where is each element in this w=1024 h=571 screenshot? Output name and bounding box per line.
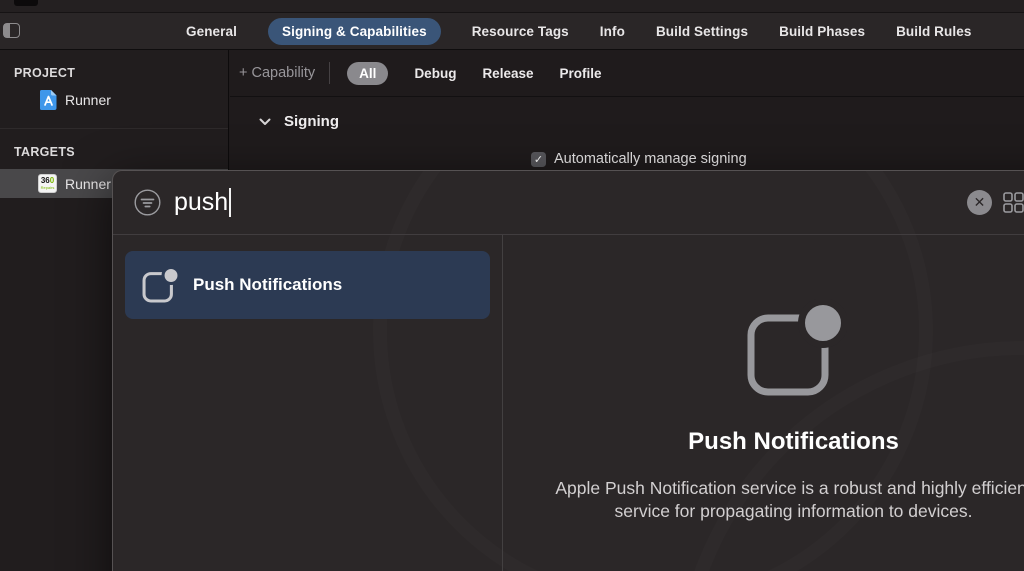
text-cursor [229,188,232,217]
auto-manage-signing-checkbox[interactable]: ✓ [531,151,546,167]
filter-all[interactable]: All [347,61,389,85]
toolbar-edge [0,0,1024,13]
filter-profile[interactable]: Profile [559,66,601,81]
xcode-project-icon [40,90,57,110]
capability-library-popup: push ✕ Push Notifications Push Notificat… [112,170,1024,571]
capability-detail-panel: Push Notifications Apple Push Notificati… [503,235,1024,571]
auto-manage-signing-label: Automatically manage signing [554,151,747,167]
search-input[interactable]: push [174,188,228,217]
capability-toolbar: + Capability All Debug Release Profile [230,50,1024,97]
tab-general[interactable]: General [186,24,237,39]
sidebar-item-project-runner[interactable]: Runner [0,80,228,120]
project-header: PROJECT [14,66,76,80]
filter-debug[interactable]: Debug [414,66,456,81]
clear-search-button[interactable]: ✕ [967,190,992,215]
tab-info[interactable]: Info [600,24,625,39]
add-capability-button[interactable]: + Capability [239,65,315,81]
capability-detail-description: Apple Push Notification service is a rob… [555,478,1024,522]
editor-tab-bar: General Signing & Capabilities Resource … [0,13,1024,50]
capability-search-bar[interactable]: push ✕ [113,171,1024,234]
toolbar-artifact [14,0,38,6]
push-notifications-icon [747,299,847,396]
filter-icon [134,189,161,216]
capability-detail-title: Push Notifications [688,428,899,455]
signing-section-title: Signing [284,113,339,130]
config-filter-segment: All Debug Release Profile [347,61,602,85]
tab-build-phases[interactable]: Build Phases [779,24,865,39]
result-push-notifications[interactable]: Push Notifications [125,251,490,319]
tab-resource-tags[interactable]: Resource Tags [472,24,569,39]
toolbar-divider [329,62,331,84]
target-item-label: Runner [65,175,111,192]
auto-manage-signing-row: ✓ Automatically manage signing [531,151,747,167]
tab-signing-capabilities[interactable]: Signing & Capabilities [267,18,441,45]
filter-release[interactable]: Release [482,66,533,81]
push-notifications-icon [142,266,180,303]
chevron-down-icon [259,118,271,125]
xcode-window: General Signing & Capabilities Resource … [0,0,1024,571]
result-label: Push Notifications [193,275,343,294]
grid-view-icon[interactable] [1003,192,1024,213]
app-360-repairs-icon: 360 Repairs [38,174,57,193]
project-item-label: Runner [65,92,111,108]
tab-build-settings[interactable]: Build Settings [656,24,748,39]
tab-build-rules[interactable]: Build Rules [896,24,971,39]
sidebar-toggle-icon[interactable] [3,23,20,38]
targets-header: TARGETS [14,145,75,159]
signing-section-header[interactable]: Signing [259,113,339,130]
capability-results-list: Push Notifications [113,235,502,571]
